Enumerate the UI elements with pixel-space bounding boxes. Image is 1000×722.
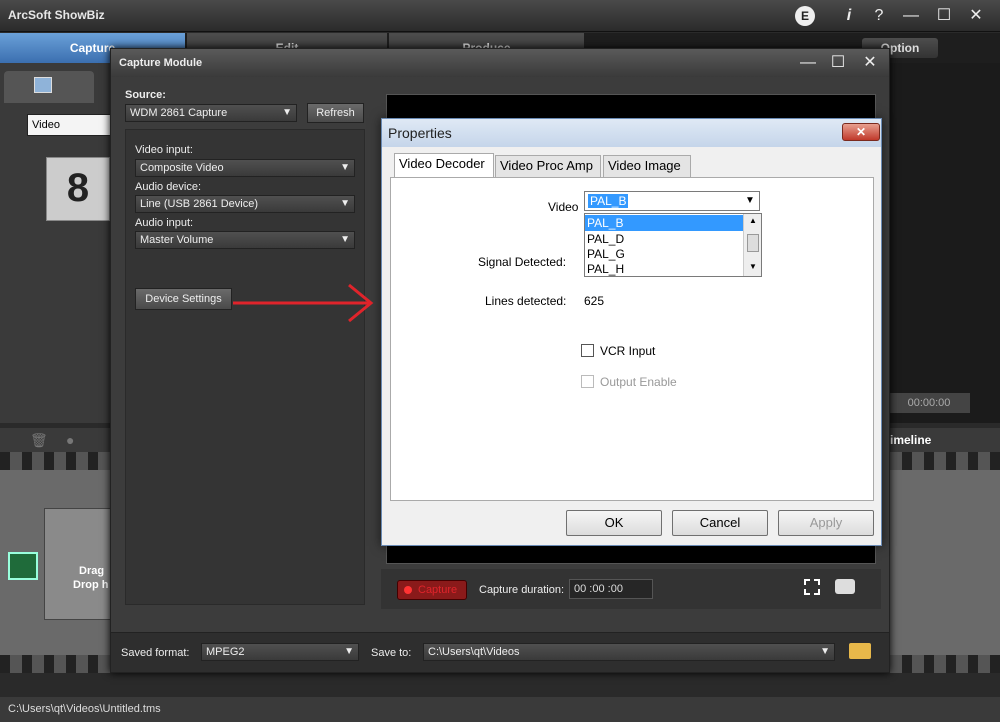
chevron-down-icon: ▼ bbox=[344, 646, 354, 657]
timeline-label[interactable]: imeline bbox=[890, 433, 931, 447]
tab-video-decoder[interactable]: Video Decoder bbox=[394, 153, 494, 178]
refresh-button[interactable]: Refresh bbox=[307, 103, 364, 123]
capture-title: Capture Module bbox=[119, 57, 203, 69]
audio-device-label: Audio device: bbox=[135, 181, 202, 193]
media-tab[interactable] bbox=[4, 71, 94, 103]
list-scrollbar[interactable]: ▲ ▼ bbox=[743, 214, 761, 276]
app-title: ArcSoft ShowBiz bbox=[8, 8, 105, 22]
minimize-button[interactable]: — bbox=[900, 5, 922, 27]
tab-video-proc-amp[interactable]: Video Proc Amp bbox=[495, 155, 601, 177]
trash-icon[interactable]: 🗑 bbox=[30, 432, 48, 449]
cancel-button[interactable]: Cancel bbox=[672, 510, 768, 536]
audio-input-value: Master Volume bbox=[140, 234, 214, 246]
list-item[interactable]: PAL_D bbox=[585, 231, 743, 247]
folder-icon[interactable] bbox=[849, 643, 871, 659]
app-titlebar: ArcSoft ShowBiz E i ? — ☐ ✕ bbox=[0, 0, 1000, 32]
maximize-button[interactable]: ☐ bbox=[933, 5, 955, 27]
list-item[interactable]: PAL_B bbox=[585, 215, 743, 231]
microphone-icon[interactable]: ● bbox=[66, 432, 74, 448]
video-standard-list: PAL_B PAL_D PAL_G PAL_H ▲ ▼ bbox=[584, 213, 762, 277]
media-type-select[interactable]: Video bbox=[27, 114, 120, 136]
record-icon bbox=[404, 586, 412, 594]
scroll-down-icon[interactable]: ▼ bbox=[749, 262, 757, 271]
capture-duration-field[interactable]: 00 :00 :00 bbox=[569, 579, 653, 599]
chevron-down-icon[interactable]: ▼ bbox=[741, 192, 759, 210]
signal-detected-label: Signal Detected: bbox=[478, 255, 567, 269]
e-badge-icon[interactable]: E bbox=[795, 6, 815, 26]
capture-settings-panel: Video input: Composite Video ▼ Audio devi… bbox=[125, 129, 365, 605]
apply-button: Apply bbox=[778, 510, 874, 536]
output-enable-label: Output Enable bbox=[600, 375, 677, 389]
chevron-down-icon: ▼ bbox=[282, 107, 292, 118]
capture-duration-label: Capture duration: bbox=[479, 584, 564, 596]
audio-input-select[interactable]: Master Volume ▼ bbox=[135, 231, 355, 249]
vcr-input-checkbox[interactable] bbox=[581, 344, 594, 357]
timecode-field[interactable]: 00:00:00 bbox=[888, 393, 970, 413]
chevron-down-icon: ▼ bbox=[340, 198, 350, 209]
media-icon bbox=[34, 77, 52, 93]
capture-minimize-button[interactable]: — bbox=[797, 52, 819, 74]
red-arrow-icon bbox=[233, 283, 374, 323]
close-button[interactable]: ✕ bbox=[965, 5, 987, 27]
properties-titlebar: Properties ✕ bbox=[382, 119, 881, 147]
scroll-up-icon[interactable]: ▲ bbox=[749, 216, 757, 225]
countdown-thumbnail[interactable]: 8 bbox=[46, 157, 110, 221]
chevron-down-icon: ▼ bbox=[340, 162, 350, 173]
output-enable-checkbox bbox=[581, 375, 594, 388]
capture-maximize-button[interactable]: ☐ bbox=[827, 52, 849, 74]
list-item[interactable]: PAL_G bbox=[585, 246, 743, 262]
source-value: WDM 2861 Capture bbox=[130, 107, 228, 119]
audio-device-value: Line (USB 2861 Device) bbox=[140, 198, 259, 210]
chevron-down-icon: ▼ bbox=[340, 234, 350, 245]
tab-video-image[interactable]: Video Image bbox=[603, 155, 691, 177]
source-select[interactable]: WDM 2861 Capture ▼ bbox=[125, 104, 297, 122]
lines-detected-value: 625 bbox=[584, 294, 605, 308]
status-bar: C:\Users\qt\Videos\Untitled.tms bbox=[0, 697, 1000, 722]
info-icon[interactable]: i bbox=[838, 5, 860, 27]
properties-dialog: Properties ✕ Video Decoder Video Proc Am… bbox=[381, 118, 882, 546]
device-settings-button[interactable]: Device Settings bbox=[135, 288, 232, 310]
source-label: Source: bbox=[125, 89, 166, 101]
capture-duration-value: 00 :00 :00 bbox=[574, 583, 623, 595]
video-input-value: Composite Video bbox=[140, 162, 224, 174]
video-standard-combo[interactable]: PAL_B ▼ bbox=[584, 191, 760, 211]
save-to-value: C:\Users\qt\Videos bbox=[428, 646, 520, 658]
chevron-down-icon: ▼ bbox=[820, 646, 830, 657]
capture-button-label: Capture bbox=[418, 584, 458, 596]
save-to-label: Save to: bbox=[371, 647, 412, 659]
save-to-select[interactable]: C:\Users\qt\Videos ▼ bbox=[423, 643, 835, 661]
drop-label-2: Drop h bbox=[73, 579, 109, 591]
drop-slot[interactable]: Drag Drop h bbox=[44, 508, 114, 620]
scroll-thumb[interactable] bbox=[747, 234, 759, 252]
saved-format-label: Saved format: bbox=[121, 647, 190, 659]
video-input-label: Video input: bbox=[135, 144, 193, 156]
video-input-select[interactable]: Composite Video ▼ bbox=[135, 159, 355, 177]
drop-label-1: Drag bbox=[79, 565, 105, 577]
video-standard-label: Video bbox=[548, 200, 579, 214]
capture-titlebar: Capture Module — ☐ ✕ bbox=[111, 49, 889, 77]
ok-button[interactable]: OK bbox=[566, 510, 662, 536]
storyboard-icon[interactable] bbox=[8, 552, 38, 580]
help-icon[interactable]: ? bbox=[868, 5, 890, 27]
camera-icon[interactable] bbox=[835, 579, 855, 594]
list-item[interactable]: PAL_H bbox=[585, 261, 743, 277]
video-standard-value: PAL_B bbox=[588, 194, 629, 208]
audio-device-select[interactable]: Line (USB 2861 Device) ▼ bbox=[135, 195, 355, 213]
right-preview-panel: 00:00:00 bbox=[880, 63, 1000, 423]
fullscreen-icon[interactable] bbox=[804, 579, 820, 595]
capture-close-button[interactable]: ✕ bbox=[859, 52, 881, 74]
vcr-input-label: VCR Input bbox=[600, 344, 656, 358]
properties-title: Properties bbox=[388, 125, 452, 141]
audio-input-label: Audio input: bbox=[135, 217, 194, 229]
saved-format-select[interactable]: MPEG2 ▼ bbox=[201, 643, 359, 661]
properties-close-button[interactable]: ✕ bbox=[842, 123, 880, 141]
capture-button[interactable]: Capture bbox=[397, 580, 467, 600]
left-panel: Video 8 bbox=[0, 63, 120, 423]
saved-format-value: MPEG2 bbox=[206, 646, 245, 658]
capture-controls: Capture Capture duration: 00 :00 :00 bbox=[381, 569, 881, 609]
lines-detected-label: Lines detected: bbox=[485, 294, 567, 308]
capture-footer: Saved format: MPEG2 ▼ Save to: C:\Users\q… bbox=[111, 632, 889, 672]
